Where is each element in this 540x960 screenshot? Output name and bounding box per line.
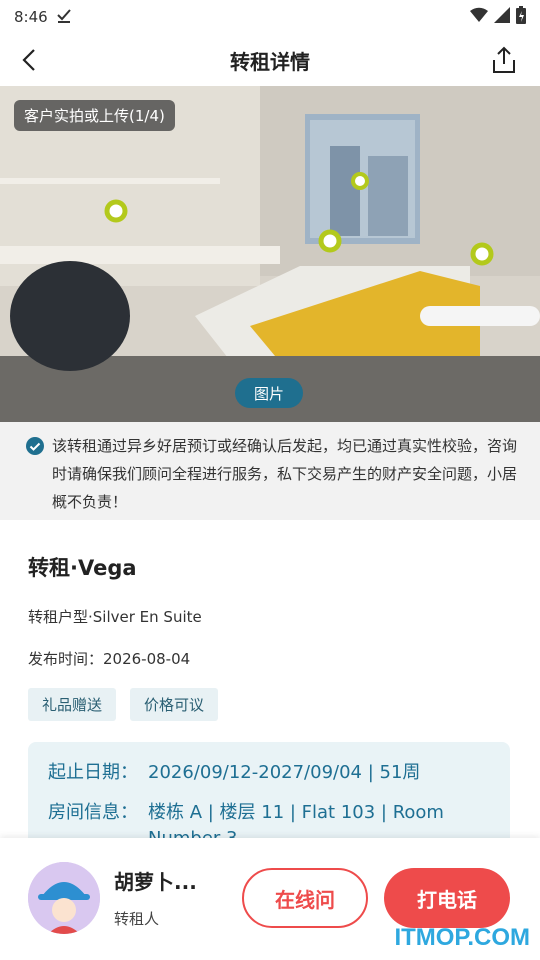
- wifi-icon: [470, 7, 488, 27]
- room-photo[interactable]: 客户实拍或上传(1/4) 图片: [0, 86, 540, 422]
- page-title: 转租详情: [230, 49, 310, 74]
- signal-icon: [494, 7, 510, 27]
- back-arrow-icon[interactable]: [14, 44, 46, 76]
- detail-value: 2026/09/12-2027/09/04 | 51周: [148, 762, 421, 783]
- listing-info: 转租·Vega 转租户型·Silver En Suite 发布时间：2026-0…: [0, 520, 540, 852]
- download-done-icon: [56, 7, 72, 27]
- bottom-action-bar: 胡萝卜... 转租人 在线问 打电话 ITMOP.COM: [0, 838, 540, 960]
- room-photo-image: [0, 86, 540, 422]
- detail-row-dates: 起止日期： 2026/09/12-2027/09/04 | 51周: [48, 760, 490, 786]
- verification-notice: 该转租通过异乡好居预订或经确认后发起，均已通过真实性校验，咨询时请确保我们顾问全…: [0, 422, 540, 520]
- room-type: 转租户型·Silver En Suite: [28, 608, 202, 626]
- status-time: 8:46: [14, 8, 48, 26]
- detail-key: 起止日期：: [48, 762, 138, 783]
- photo-counter-badge: 客户实拍或上传(1/4): [14, 100, 175, 131]
- contact-role: 转租人: [114, 910, 160, 928]
- check-circle-icon: [26, 436, 44, 455]
- avatar[interactable]: [28, 862, 100, 934]
- share-icon[interactable]: [488, 44, 520, 76]
- notice-text: 该转租通过异乡好居预订或经确认后发起，均已通过真实性校验，咨询时请确保我们顾问全…: [52, 437, 518, 511]
- contact-name: 胡萝卜...: [114, 870, 197, 894]
- publish-time: 发布时间：2026-08-04: [28, 650, 191, 668]
- detail-box: 起止日期： 2026/09/12-2027/09/04 | 51周 房间信息： …: [28, 742, 510, 852]
- status-bar: 8:46: [0, 0, 540, 34]
- online-chat-button[interactable]: 在线问: [242, 868, 368, 928]
- nav-bar: 转租详情: [0, 34, 540, 86]
- tag-list: 礼品赠送 价格可议: [28, 688, 219, 721]
- photo-tab-images[interactable]: 图片: [235, 378, 303, 408]
- call-button[interactable]: 打电话: [384, 868, 510, 928]
- tag-negotiable: 价格可议: [130, 688, 219, 721]
- tag-gift: 礼品赠送: [28, 688, 117, 721]
- watermark-text: ITMOP.COM: [394, 924, 530, 951]
- listing-name: 转租·Vega: [28, 556, 137, 580]
- battery-icon: [516, 6, 526, 28]
